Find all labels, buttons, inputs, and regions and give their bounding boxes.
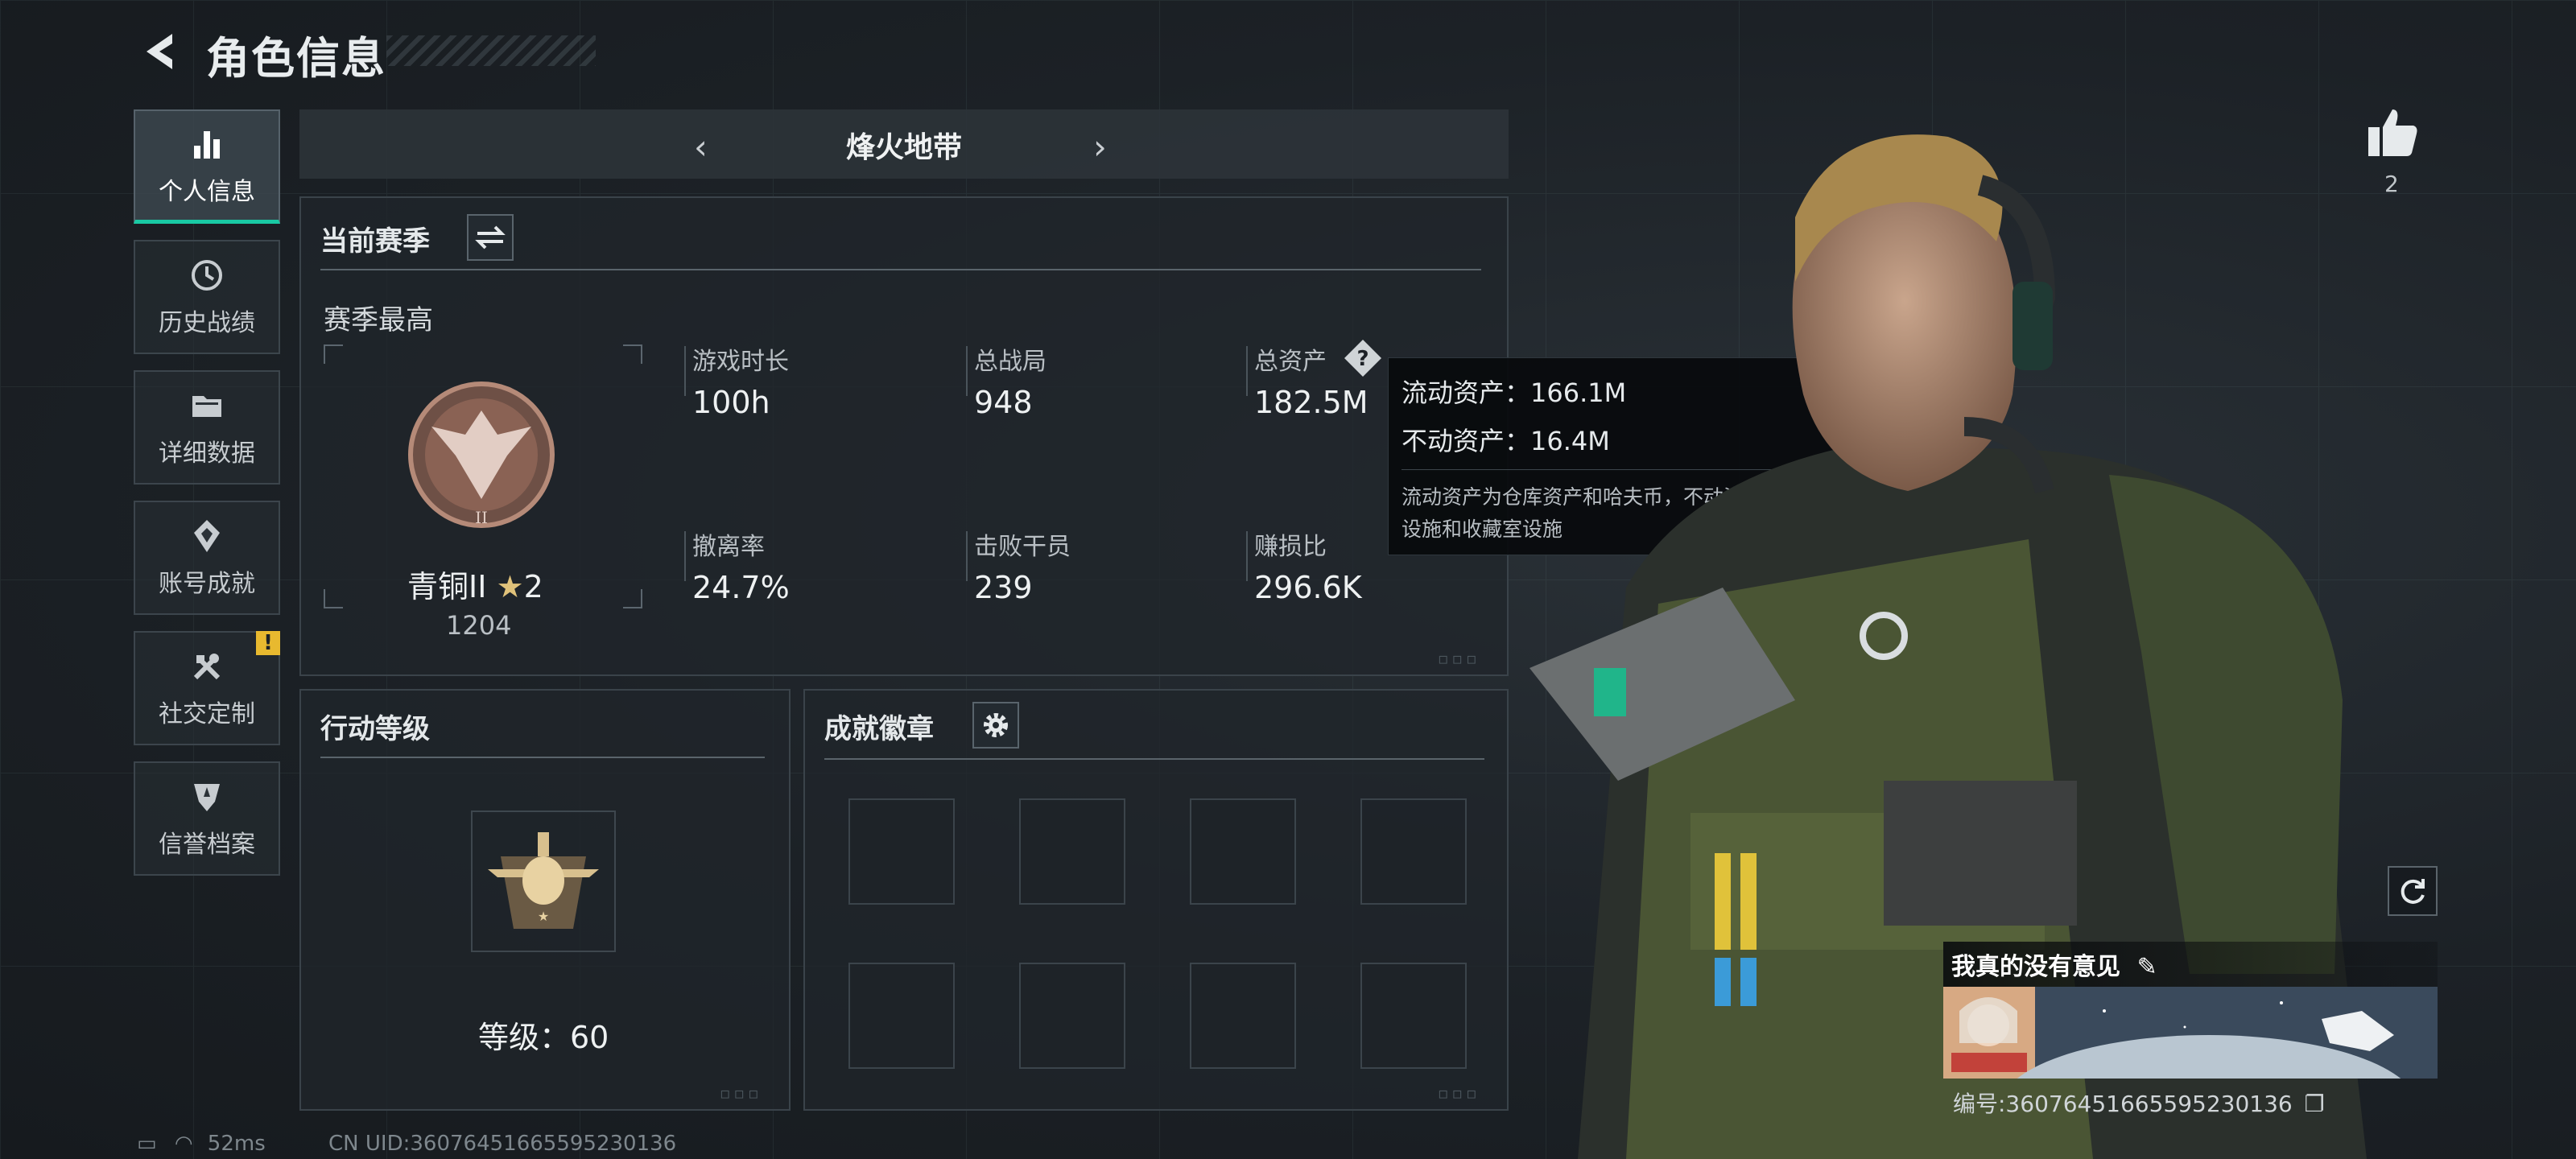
swap-icon [475,225,506,250]
action-level-title: 行动等级 [320,713,430,745]
frame-corner [623,589,642,608]
badge-slot[interactable] [1360,798,1467,905]
mode-tab-bar: ‹ 烽火地带 › [299,109,1509,179]
stat-value: 296.6K [1254,570,1362,605]
tools-icon [193,654,221,680]
nav-item-credit-record[interactable]: 信誉档案 [134,761,280,876]
mode-title: 烽火地带 [845,131,962,164]
stat-divider [966,346,968,396]
stat-value: 24.7% [692,570,790,605]
player-name: 我真的没有意见 [1951,953,2120,981]
history-icon [192,260,222,291]
nav-item-history[interactable]: 历史战绩 [134,240,280,354]
svg-text:II: II [475,508,488,527]
panel-decoration: ▫▫▫ [1438,649,1480,668]
player-name-line[interactable]: 我真的没有意见 ✎ [1951,947,2157,982]
stat-label: 击败干员 [974,533,1071,561]
shield-icon [194,784,220,811]
edit-pencil-icon[interactable]: ✎ [2136,953,2157,981]
frame-corner [623,344,642,364]
uid-value: CN UID:36076451665595230136 [328,1132,677,1156]
nav-label: 信誉档案 [159,831,255,859]
stat-label: 赚损比 [1254,533,1327,561]
player-id: 编号:360764516655952301​36 [1953,1091,2293,1117]
folder-icon [192,396,221,417]
refresh-button[interactable] [2388,866,2438,916]
rank-points: 1204 [446,610,512,641]
stat-label: 总战局 [974,348,1046,376]
frame-corner [324,589,343,608]
nav-item-detailed-data[interactable]: 详细数据 [134,370,280,485]
stat-value: 182.5M [1254,385,1368,420]
badge-slot[interactable] [1190,798,1296,905]
ping-value: 52ms [207,1132,266,1156]
wifi-icon: ◠ [174,1132,193,1156]
like-count: 2 [2384,171,2399,197]
page-title: 角色信息 [206,33,386,84]
nav-label: 历史战绩 [159,309,255,337]
achievement-icon [194,520,220,552]
badge-slot[interactable] [1019,798,1125,905]
divider [320,757,765,758]
badges-title: 成就徽章 [824,713,934,745]
notification-badge: ! [256,631,280,655]
badge-slot[interactable] [1019,963,1125,1069]
title-decoration [386,35,596,66]
badge-slot[interactable] [848,963,955,1069]
stat-label: 总资产 [1254,348,1327,376]
chevron-right-icon[interactable]: › [1093,127,1107,167]
divider [824,758,1484,760]
frame-corner [324,344,343,364]
bar-chart-icon [194,130,220,159]
svg-text:★: ★ [538,909,549,924]
thumbs-up-icon[interactable] [2363,103,2421,161]
nav-label: 账号成就 [159,570,255,598]
panel-decoration: ▫▫▫ [1438,1083,1480,1103]
rank-emblem: II [408,382,555,528]
stat-divider [684,531,686,581]
nav-label: 详细数据 [159,439,255,468]
copy-icon[interactable]: ❐ [2305,1091,2325,1117]
star-icon: ★ [496,569,524,604]
rank-stars: 2 [523,569,543,604]
gear-icon [984,713,1008,737]
rank-line: 青铜II ★2 [407,562,543,606]
action-level-emblem: ★ [471,810,616,952]
stat-divider [1246,346,1248,396]
switch-season-button[interactable] [467,214,514,261]
battery-icon: ▭ [137,1132,157,1156]
nav-item-achievements[interactable]: 账号成就 [134,501,280,615]
profile-banner[interactable] [1943,987,2438,1079]
badge-slot[interactable] [1190,963,1296,1069]
svg-text:?: ? [1356,347,1368,371]
badges-settings-button[interactable] [972,702,1019,749]
stat-label: 游戏时长 [692,348,789,376]
divider [320,269,1481,270]
player-id-line: 编号:360764516655952301​36 ❐ [1953,1087,2325,1119]
back-arrow-icon[interactable] [135,27,184,76]
season-title: 当前赛季 [320,225,430,258]
refresh-icon [2401,879,2425,904]
help-icon[interactable]: ? [1343,338,1383,378]
stat-divider [1246,531,1248,581]
season-best-label: 赛季最高 [324,304,433,336]
rank-name: 青铜II [407,569,487,604]
banner-image [1943,987,2438,1079]
stat-value: 239 [974,570,1033,605]
nav-label: 社交定制 [159,700,255,728]
panel-decoration: ▫▫▫ [720,1083,762,1103]
status-bar: ▭ ◠ 52ms CN UID:36076451665595230136 [137,1132,676,1156]
stat-divider [966,531,968,581]
badge-slot[interactable] [848,798,955,905]
action-level-value: 等级：60 [478,1020,609,1055]
stat-label: 撤离率 [692,533,765,561]
stat-value: 100h [692,385,770,420]
stat-value: 948 [974,385,1033,420]
badge-slot[interactable] [1360,963,1467,1069]
stat-divider [684,346,686,396]
nav-label: 个人信息 [159,177,255,206]
nav-item-personal-info[interactable]: 个人信息 [134,109,280,224]
